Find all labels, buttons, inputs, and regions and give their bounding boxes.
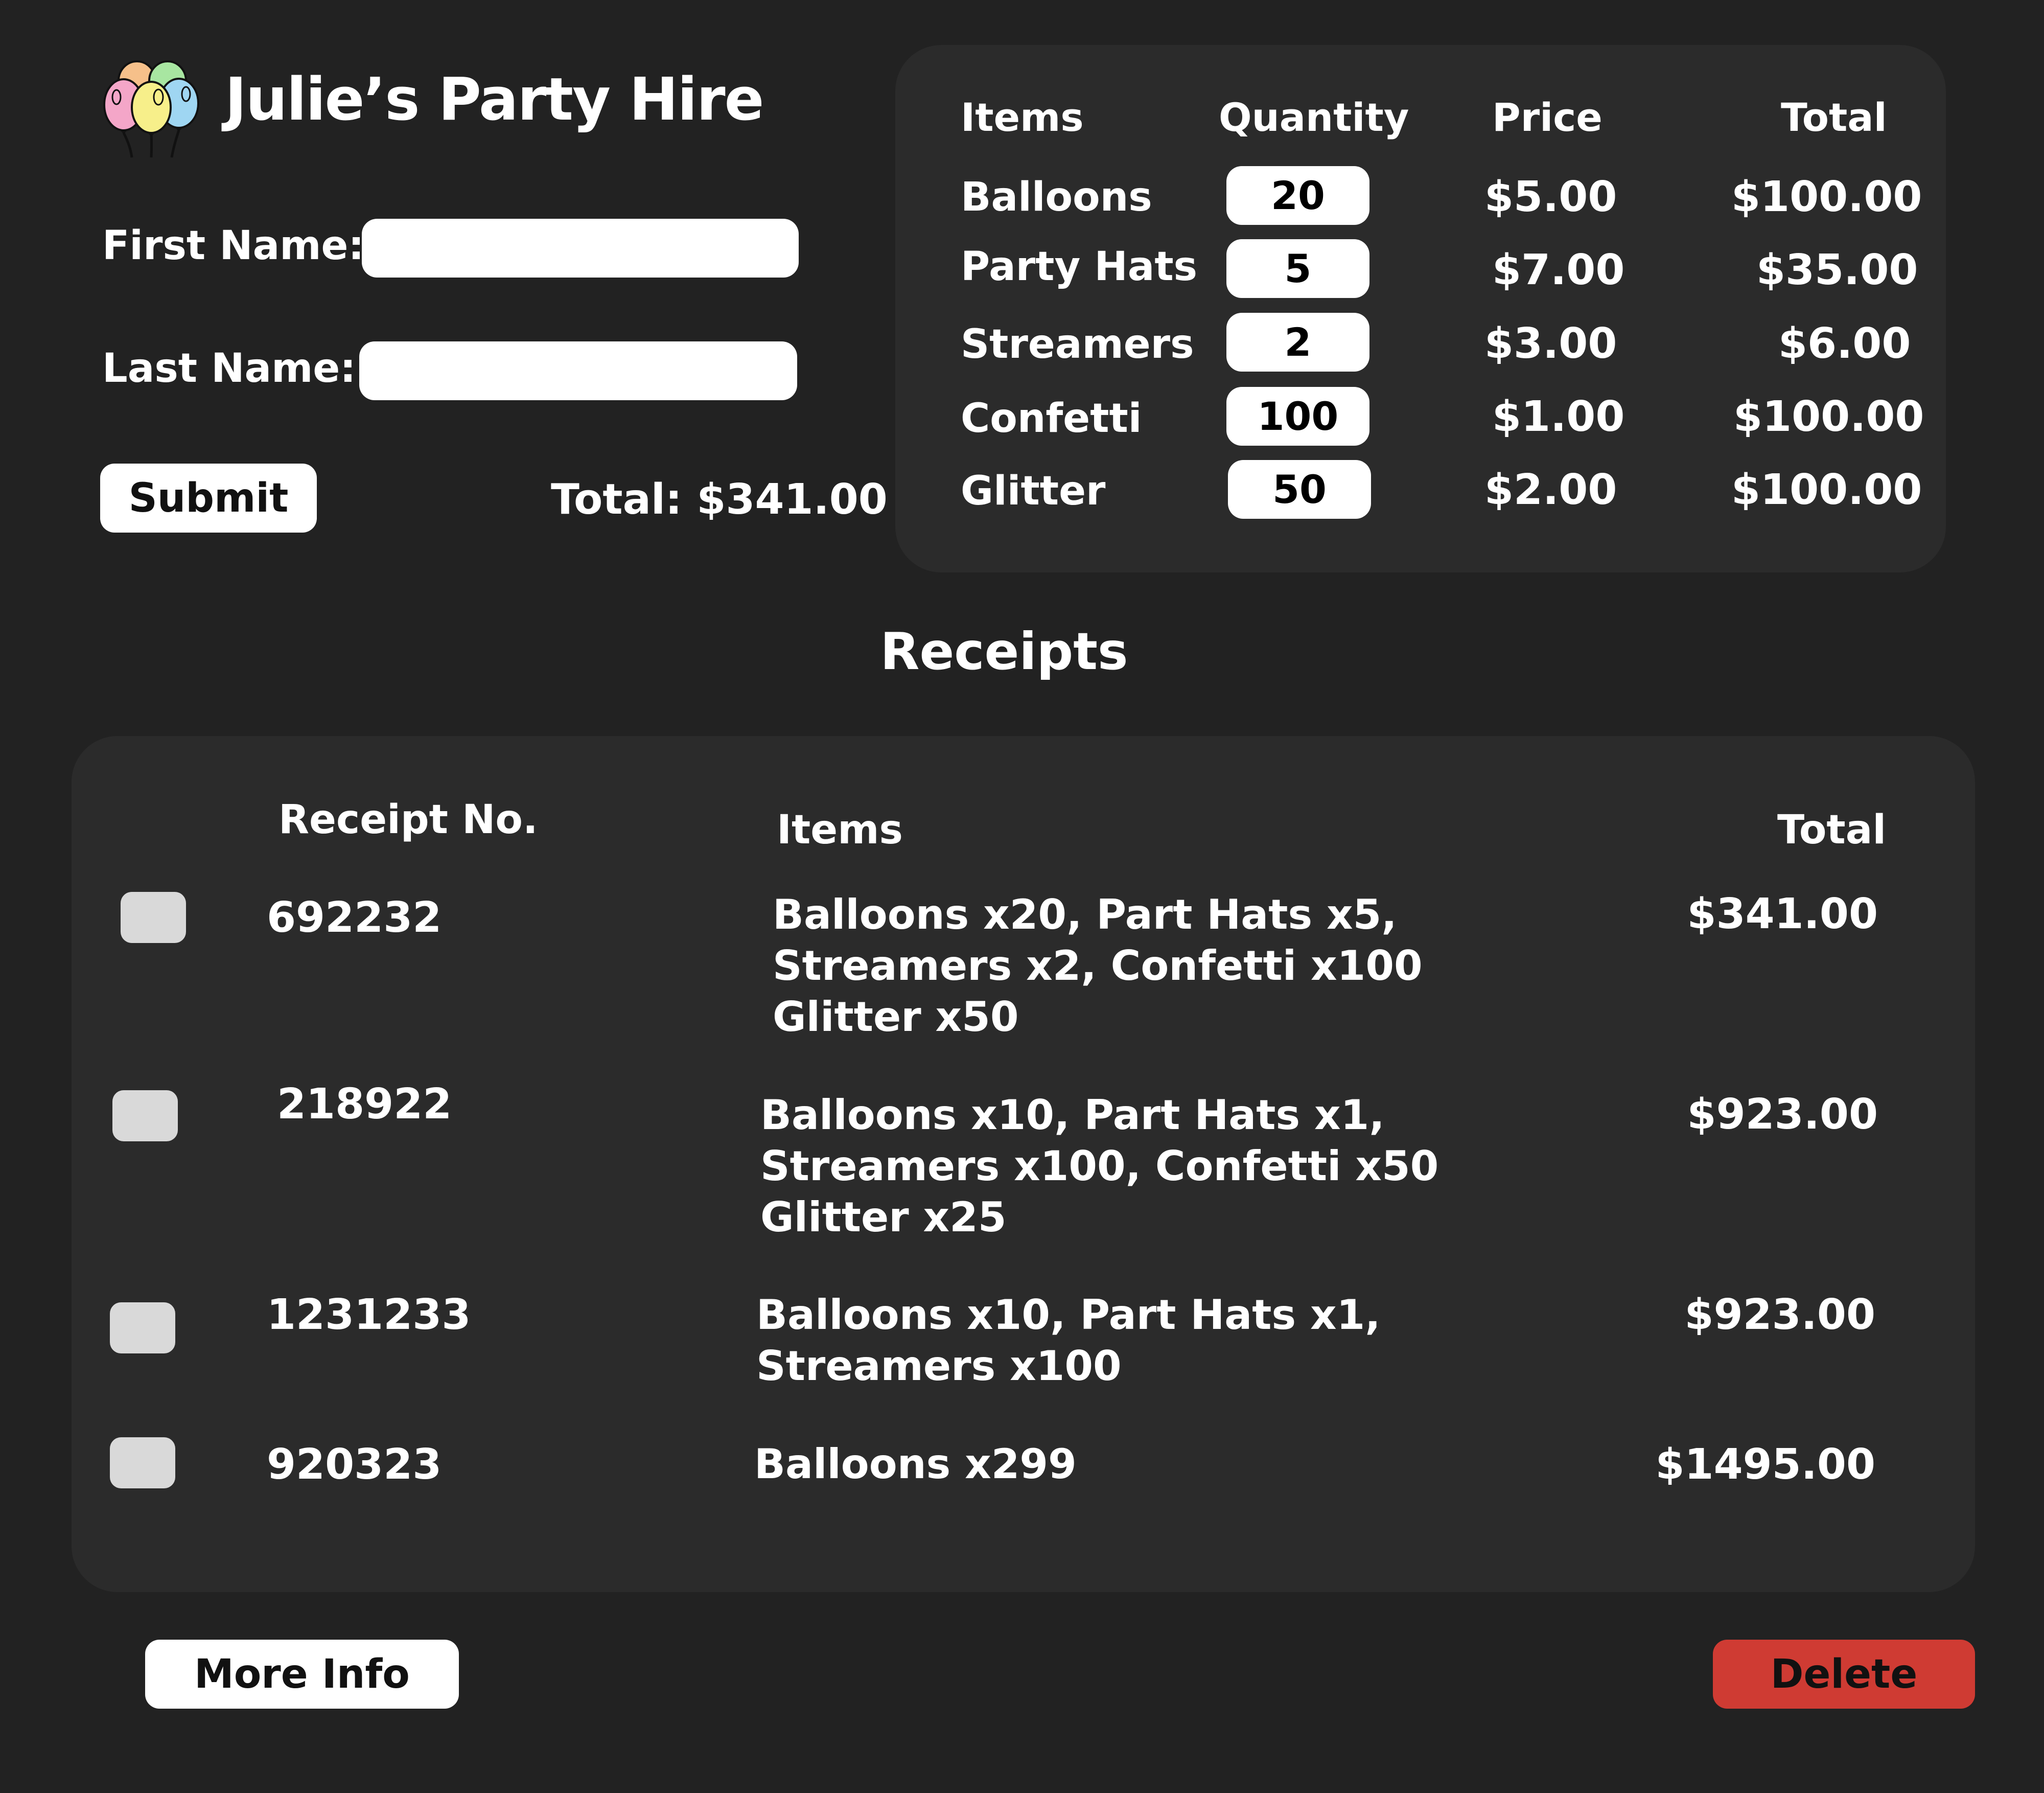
item-price: $7.00 bbox=[1492, 246, 1625, 294]
price-column-header: Price bbox=[1492, 95, 1602, 140]
first-name-label: First Name: bbox=[102, 223, 364, 269]
quantity-input[interactable] bbox=[1226, 239, 1369, 298]
item-total: $100.00 bbox=[1731, 173, 1922, 221]
receipt-total: $923.00 bbox=[1684, 1291, 1875, 1339]
last-name-label: Last Name: bbox=[102, 346, 356, 392]
items-column-header: Items bbox=[961, 95, 1084, 140]
item-name: Balloons bbox=[961, 174, 1152, 220]
receipt-total-column-header: Total bbox=[1777, 807, 1887, 853]
app-title: Julie’s Party Hire bbox=[225, 65, 764, 134]
submit-button[interactable]: Submit bbox=[100, 464, 317, 533]
item-price: $3.00 bbox=[1484, 319, 1617, 368]
receipt-items-line: Glitter x25 bbox=[760, 1193, 1007, 1241]
receipt-select-checkbox[interactable] bbox=[121, 892, 186, 943]
receipt-number: 920323 bbox=[267, 1440, 442, 1489]
receipt-select-checkbox[interactable] bbox=[112, 1090, 178, 1141]
total-column-header: Total bbox=[1781, 95, 1887, 140]
quantity-column-header: Quantity bbox=[1219, 95, 1409, 140]
receipt-items-column-header: Items bbox=[777, 807, 903, 853]
item-price: $2.00 bbox=[1484, 466, 1617, 514]
item-name: Confetti bbox=[961, 396, 1142, 442]
receipt-items: Balloons x299 bbox=[754, 1439, 1367, 1490]
receipt-items-line: Balloons x299 bbox=[754, 1440, 1077, 1488]
receipt-select-checkbox[interactable] bbox=[110, 1437, 175, 1488]
last-name-input[interactable] bbox=[359, 341, 797, 400]
receipt-items-line: Balloons x10, Part Hats x1, bbox=[756, 1291, 1381, 1339]
receipt-number: 218922 bbox=[277, 1080, 452, 1129]
receipt-number: 692232 bbox=[267, 893, 442, 942]
receipt-select-checkbox[interactable] bbox=[110, 1302, 175, 1353]
receipt-items-line: Balloons x10, Part Hats x1, bbox=[760, 1091, 1385, 1139]
item-total: $100.00 bbox=[1733, 393, 1924, 441]
first-name-input[interactable] bbox=[362, 219, 799, 278]
receipt-items: Balloons x10, Part Hats x1, Streamers x1… bbox=[760, 1090, 1439, 1243]
item-total: $100.00 bbox=[1731, 466, 1922, 514]
more-info-button[interactable]: More Info bbox=[145, 1640, 459, 1709]
receipt-items-line: Glitter x50 bbox=[773, 993, 1019, 1041]
receipt-total: $1495.00 bbox=[1655, 1440, 1875, 1489]
receipt-items: Balloons x10, Part Hats x1, Streamers x1… bbox=[756, 1290, 1381, 1392]
item-total: $6.00 bbox=[1778, 319, 1911, 368]
receipt-items-line: Balloons x20, Part Hats x5, bbox=[773, 891, 1397, 938]
receipt-items-line: Streamers x100 bbox=[756, 1342, 1122, 1390]
delete-button[interactable]: Delete bbox=[1713, 1640, 1975, 1709]
receipt-number: 1231233 bbox=[267, 1291, 471, 1339]
balloons-icon bbox=[102, 56, 202, 158]
item-name: Party Hats bbox=[961, 244, 1198, 290]
receipt-items: Balloons x20, Part Hats x5, Streamers x2… bbox=[773, 889, 1423, 1043]
quantity-input[interactable] bbox=[1226, 387, 1369, 446]
receipt-items-line: Streamers x2, Confetti x100 bbox=[773, 942, 1423, 990]
receipt-items-line: Streamers x100, Confetti x50 bbox=[760, 1142, 1439, 1190]
receipt-total: $341.00 bbox=[1687, 890, 1878, 938]
quantity-input[interactable] bbox=[1226, 166, 1369, 225]
item-price: $5.00 bbox=[1484, 173, 1617, 221]
item-name: Streamers bbox=[961, 321, 1194, 367]
receipts-title: Receipts bbox=[880, 622, 1128, 681]
item-name: Glitter bbox=[961, 468, 1106, 514]
item-price: $1.00 bbox=[1492, 393, 1625, 441]
receipt-no-column-header: Receipt No. bbox=[278, 797, 538, 843]
quantity-input[interactable] bbox=[1228, 460, 1371, 519]
quantity-input[interactable] bbox=[1226, 313, 1369, 372]
receipt-total: $923.00 bbox=[1687, 1090, 1878, 1139]
item-total: $35.00 bbox=[1756, 246, 1918, 294]
order-total: Total: $341.00 bbox=[551, 475, 888, 524]
